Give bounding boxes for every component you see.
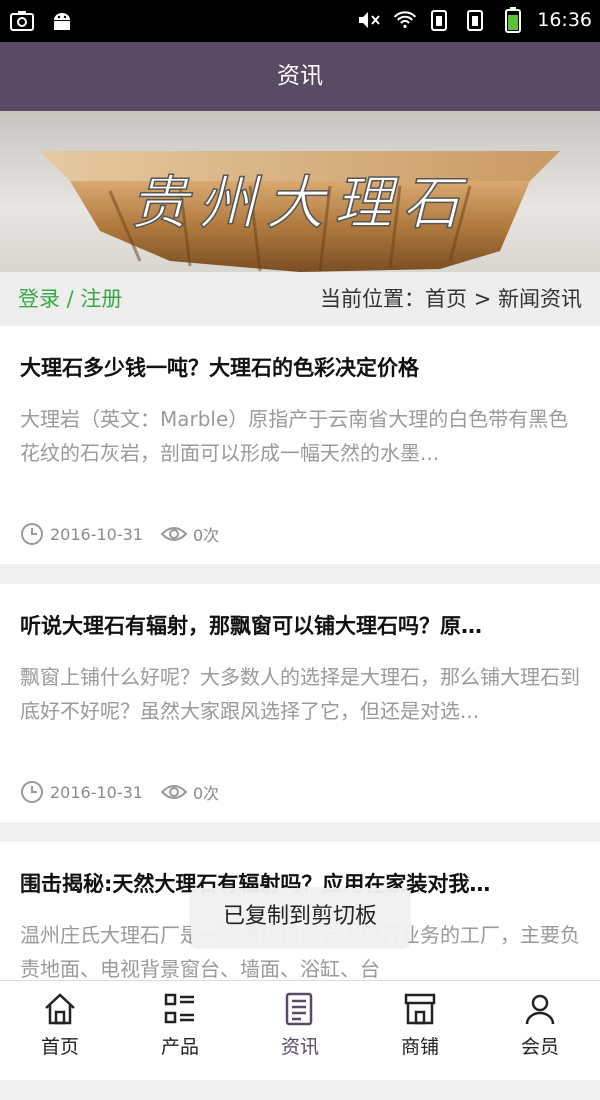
wifi-icon [393, 8, 417, 32]
article-views: 0次 [192, 526, 220, 545]
android-icon [50, 9, 74, 33]
tab-label: 资讯 [280, 1036, 319, 1058]
tab-label: 会员 [520, 1036, 559, 1058]
shop-icon [404, 993, 436, 1025]
page-title: 资讯 [277, 63, 323, 89]
tab-shop[interactable]: 商铺 [360, 981, 480, 1067]
tab-label: 产品 [160, 1036, 199, 1058]
tab-member[interactable]: 会员 [480, 981, 600, 1067]
list-item[interactable]: 听说大理石有辐射，那飘窗可以铺大理石吗？原… 飘窗上铺什么好呢？大多数人的选择是… [0, 584, 600, 822]
status-bar: 16:36 [0, 0, 600, 42]
login-register-link[interactable]: 登录 / 注册 [18, 272, 122, 326]
article-title[interactable]: 听说大理石有辐射，那飘窗可以铺大理石吗？原… [20, 610, 580, 640]
page-header: 资讯 [0, 42, 600, 111]
article-meta: 2016-10-31 0次 [20, 780, 219, 804]
clock-icon [20, 522, 44, 546]
mute-icon [357, 8, 381, 32]
tab-home[interactable]: 首页 [0, 981, 120, 1067]
article-title[interactable]: 大理石多少钱一吨？大理石的色彩决定价格 [20, 352, 580, 382]
status-time: 16:36 [537, 9, 592, 31]
article-views: 0次 [192, 784, 220, 803]
list-item[interactable]: 大理石多少钱一吨？大理石的色彩决定价格 大理岩（英文：Marble）原指产于云南… [0, 326, 600, 564]
article-summary: 飘窗上铺什么好呢？大多数人的选择是大理石，那么铺大理石到底好不好呢？虽然大家跟风… [20, 665, 580, 723]
user-icon [525, 994, 555, 1025]
eye-icon [160, 524, 187, 544]
tab-label: 商铺 [400, 1036, 439, 1058]
battery-icon [501, 7, 525, 33]
article-summary: 大理岩（英文：Marble）原指产于云南省大理的白色带有黑色花纹的石灰岩，剖面可… [20, 407, 569, 465]
article-meta: 2016-10-31 0次 [20, 522, 219, 546]
article-date: 2016-10-31 [50, 782, 143, 802]
breadcrumb: 当前位置：首页 > 新闻资讯 [320, 287, 582, 311]
tab-label: 首页 [40, 1036, 79, 1058]
eye-icon [160, 782, 187, 802]
sim2-signal-icon [465, 8, 489, 32]
news-icon [285, 992, 313, 1026]
tab-products[interactable]: 产品 [120, 981, 240, 1067]
bottom-tab-bar: 首页 产品 资讯 商铺 会员 [0, 980, 600, 1067]
copied-toast: 已复制到剪切板 [191, 888, 409, 946]
tab-news[interactable]: 资讯 [240, 981, 360, 1067]
screenshot-icon [10, 9, 34, 33]
home-icon [45, 993, 75, 1025]
clock-icon [20, 780, 44, 804]
list-icon [164, 993, 194, 1024]
info-bar: 登录 / 注册 当前位置：首页 > 新闻资讯 [0, 272, 600, 326]
article-date: 2016-10-31 [50, 524, 143, 544]
banner-image: 贵州大理石 [0, 111, 600, 272]
sim1-signal-icon [429, 8, 453, 32]
banner-title: 贵州大理石 [130, 169, 470, 237]
